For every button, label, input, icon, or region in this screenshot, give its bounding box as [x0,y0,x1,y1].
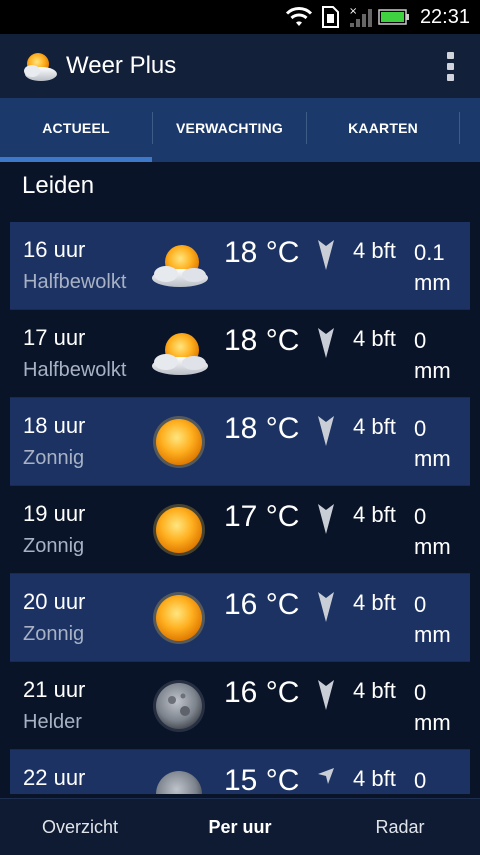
sun-icon [153,592,205,644]
hourly-forecast-list[interactable]: 16 uur Halfbewolkt 18 °C 4 bft 0.1 mm 17… [10,222,470,794]
location-title: Leiden [22,172,95,199]
forecast-row[interactable]: 20 uur Zonnig 16 °C 4 bft 0 mm [10,574,470,662]
forecast-condition: Zonnig [23,447,85,469]
forecast-row[interactable]: 18 uur Zonnig 18 °C 4 bft 0 mm [10,398,470,486]
wind-direction-icon [318,416,334,446]
tab-label: KAARTEN [348,120,418,136]
forecast-precipitation: 0 [414,768,427,793]
app-title: Weer Plus [66,52,177,79]
wind-direction-icon [318,240,334,270]
forecast-precipitation: 0 mm [414,416,451,471]
sun-icon [153,416,205,468]
forecast-condition: Zonnig [23,535,85,557]
overflow-menu-icon[interactable] [444,52,456,82]
nav-per-uur[interactable]: Per uur [160,817,320,838]
forecast-condition: Helder [23,711,82,733]
forecast-temperature: 18 °C [224,324,300,357]
battery-icon [376,0,412,34]
forecast-condition: Halfbewolkt [23,271,127,293]
forecast-wind: 4 bft [353,766,396,791]
wifi-icon [282,0,316,34]
forecast-precipitation: 0 mm [414,504,451,559]
tab-bar: ACTUEEL VERWACHTING KAARTEN [0,98,480,162]
sim-card-icon [316,0,344,34]
forecast-temperature: 18 °C [224,412,300,445]
forecast-hour: 22 uur [23,765,86,790]
moon-icon [153,680,205,732]
tab-label: VERWACHTING [176,120,283,136]
wind-direction-icon [318,592,334,622]
forecast-precipitation: 0 mm [414,680,451,735]
tab-actueel[interactable]: ACTUEEL [0,98,152,162]
forecast-temperature: 17 °C [224,500,300,533]
status-time: 22:31 [419,5,470,28]
forecast-temperature: 16 °C [224,676,300,709]
nav-overzicht[interactable]: Overzicht [0,817,160,838]
signal-no-service-icon: × [344,0,376,34]
forecast-hour: 20 uur [23,589,86,614]
forecast-row[interactable]: 22 uur 15 °C 4 bft 0 [10,750,470,794]
wind-direction-icon [318,680,334,710]
forecast-wind: 4 bft [353,590,396,615]
forecast-hour: 16 uur [23,237,86,262]
forecast-condition: Zonnig [23,623,85,645]
forecast-row[interactable]: 16 uur Halfbewolkt 18 °C 4 bft 0.1 mm [10,222,470,310]
forecast-wind: 4 bft [353,678,396,703]
forecast-wind: 4 bft [353,238,396,263]
forecast-temperature: 16 °C [224,588,300,621]
tab-label: ACTUEEL [42,120,110,136]
forecast-precipitation: 0 mm [414,592,451,647]
forecast-precipitation: 0 mm [414,328,451,383]
forecast-precipitation: 0.1 mm [414,240,451,295]
tab-divider [459,112,460,144]
forecast-wind: 4 bft [353,414,396,439]
svg-text:×: × [349,6,357,17]
wind-direction-icon [318,328,334,358]
tab-verwachting[interactable]: VERWACHTING [153,98,306,158]
status-bar: × 22:31 [0,0,480,34]
forecast-wind: 4 bft [353,502,396,527]
forecast-hour: 17 uur [23,325,86,350]
wind-direction-icon [318,504,334,534]
forecast-row[interactable]: 17 uur Halfbewolkt 18 °C 4 bft 0 mm [10,310,470,398]
forecast-hour: 19 uur [23,501,86,526]
forecast-temperature: 18 °C [224,236,300,269]
forecast-wind: 4 bft [353,326,396,351]
partly-cloudy-icon [152,333,208,375]
wind-direction-icon [318,768,334,784]
forecast-hour: 21 uur [23,677,86,702]
forecast-row[interactable]: 19 uur Zonnig 17 °C 4 bft 0 mm [10,486,470,574]
app-logo-icon [24,53,57,81]
forecast-temperature: 15 °C [224,764,300,794]
app-bar: Weer Plus [0,34,480,98]
forecast-row[interactable]: 21 uur Helder 16 °C 4 bft 0 mm [10,662,470,750]
moon-icon [156,771,202,794]
tab-kaarten[interactable]: KAARTEN [307,98,459,158]
bottom-navigation: Overzicht Per uur Radar [0,798,480,855]
forecast-condition: Halfbewolkt [23,359,127,381]
forecast-hour: 18 uur [23,413,86,438]
partly-cloudy-icon [152,245,208,287]
nav-radar[interactable]: Radar [320,817,480,838]
sun-icon [153,504,205,556]
